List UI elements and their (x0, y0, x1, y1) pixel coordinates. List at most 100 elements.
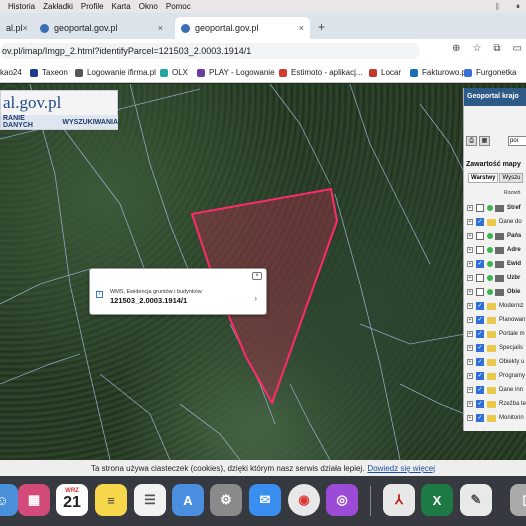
expand-icon[interactable]: + (467, 345, 473, 351)
script-editor-icon[interactable]: ✎ (460, 484, 492, 516)
menu-zakladki[interactable]: Zakładki (43, 2, 73, 11)
nav-dane[interactable]: RANIE DANYCH (3, 115, 54, 129)
chevron-right-icon[interactable]: › (254, 294, 257, 303)
site-logo[interactable]: al.gov.pl (3, 93, 61, 113)
layer-row[interactable]: + ✓ Dane inn (467, 384, 523, 396)
install-icon[interactable]: ⊕ (452, 43, 460, 54)
layer-checkbox[interactable]: ✓ (476, 414, 484, 422)
layer-row[interactable]: + Obie (467, 286, 520, 298)
acrobat-icon[interactable]: ⅄ (383, 484, 415, 516)
cookie-more-link[interactable]: Dowiedz się więcej (367, 464, 435, 473)
expand-icon[interactable]: + (467, 359, 473, 365)
menu-pomoc[interactable]: Pomoc (166, 2, 191, 11)
expand-icon[interactable]: + (467, 387, 473, 393)
layer-row[interactable]: + ✓ Planowan (467, 314, 525, 326)
expand-icon[interactable]: + (467, 303, 473, 309)
pause-icon[interactable]: ⏸ (516, 2, 520, 12)
print-icon[interactable]: ⎙ (466, 136, 477, 146)
bookmark-star-icon[interactable]: ☆ (472, 43, 481, 54)
url-field[interactable]: ov.pl/imap/Imgp_2.html?identifyParcel=12… (0, 43, 420, 59)
bookmark-9[interactable]: Furgonetka (464, 68, 516, 77)
reminders-icon[interactable]: ☰ (134, 484, 166, 516)
sidebar-icon[interactable]: ▭ (513, 43, 522, 54)
layer-checkbox[interactable] (476, 274, 484, 282)
popup-parcel-id[interactable]: 121503_2.0003.1914/1 (110, 296, 187, 305)
layer-row[interactable]: + ✓ Specjalis (467, 342, 523, 354)
layer-checkbox[interactable]: ✓ (476, 400, 484, 408)
layer-row[interactable]: + ✓ Dane do (467, 216, 522, 228)
layer-checkbox[interactable] (476, 204, 484, 212)
bluetooth-icon[interactable]: ᛒ (495, 2, 500, 11)
layer-row[interactable]: + Stref (467, 202, 521, 214)
expand-icon[interactable]: + (467, 373, 473, 379)
expand-all-link[interactable]: Rozwiń (504, 190, 520, 196)
bookmark-7[interactable]: Locar (369, 68, 401, 77)
layer-checkbox[interactable]: ✓ (476, 330, 484, 338)
layer-checkbox[interactable] (476, 288, 484, 296)
bookmark-6[interactable]: Estimoto - aplikacj... (279, 68, 363, 77)
layer-row[interactable]: + Pańs (467, 230, 521, 242)
layer-checkbox[interactable]: ✓ (476, 386, 484, 394)
expand-icon[interactable]: + (467, 401, 473, 407)
extensions-icon[interactable]: ⧉ (493, 43, 500, 54)
system-settings-icon[interactable]: ⚙ (210, 484, 242, 516)
layer-row[interactable]: + ✓ Ewid (467, 258, 521, 270)
finder-icon[interactable]: ☺ (0, 484, 18, 516)
menu-profile[interactable]: Profile (81, 2, 104, 11)
tab-warstwy[interactable]: Warstwy (468, 173, 499, 183)
tab-3-active[interactable]: geoportal.gov.pl × (175, 17, 310, 39)
bookmark-3[interactable]: Logowanie ifirma.pl (75, 68, 156, 77)
layer-checkbox[interactable]: ✓ (476, 218, 484, 226)
excel-icon[interactable]: X (421, 484, 453, 516)
layer-checkbox[interactable]: ✓ (476, 372, 484, 380)
layer-checkbox[interactable] (476, 232, 484, 240)
close-icon[interactable]: × (299, 23, 304, 33)
bookmark-5[interactable]: PLAY - Logowanie (197, 68, 275, 77)
expand-icon[interactable]: + (467, 331, 473, 337)
expand-icon[interactable]: + (467, 289, 473, 295)
close-icon[interactable]: × (23, 23, 28, 33)
nav-wyszukiwania[interactable]: WYSZUKIWANIA (62, 119, 118, 126)
bookmark-8[interactable]: Fakturowo.pl (410, 68, 468, 77)
trash-icon[interactable]: ▯ (510, 484, 526, 516)
bookmark-1[interactable]: kao24 (0, 68, 22, 77)
bookmark-4[interactable]: OLX (160, 68, 188, 77)
expand-icon[interactable]: + (467, 205, 473, 211)
popup-close-icon[interactable]: × (252, 272, 262, 280)
expand-icon[interactable]: + (467, 261, 473, 267)
tab-1[interactable]: al.pl × (0, 17, 30, 39)
podcasts-icon[interactable]: ◎ (326, 484, 358, 516)
layer-checkbox[interactable]: ✓ (476, 358, 484, 366)
layer-row[interactable]: + Uzbr (467, 272, 520, 284)
layer-row[interactable]: + ✓ Portale m (467, 328, 525, 340)
menu-historia[interactable]: Historia (8, 2, 35, 11)
expand-icon[interactable]: + (467, 275, 473, 281)
layer-checkbox[interactable]: ✓ (476, 302, 484, 310)
expand-icon[interactable]: + (467, 415, 473, 421)
bookmark-2[interactable]: Taxeon (30, 68, 68, 77)
tab-2[interactable]: geoportal.gov.pl × (34, 17, 169, 39)
layer-row[interactable]: + Adre (467, 244, 521, 256)
expand-icon[interactable]: + (467, 317, 473, 323)
layer-checkbox[interactable]: ✓ (476, 260, 484, 268)
table-icon[interactable]: ▦ (479, 136, 490, 146)
expand-icon[interactable]: + (467, 219, 473, 225)
chrome-icon[interactable]: ◉ (288, 484, 320, 516)
panel-search-input[interactable]: poi (508, 136, 526, 146)
layer-checkbox[interactable]: ✓ (476, 344, 484, 352)
menu-okno[interactable]: Okno (139, 2, 158, 11)
menu-karta[interactable]: Karta (112, 2, 131, 11)
launchpad-icon[interactable]: ▦ (18, 484, 50, 516)
app-store-icon[interactable]: A (172, 484, 204, 516)
expand-icon[interactable]: + (467, 247, 473, 253)
layer-row[interactable]: + ✓ Programy (467, 370, 525, 382)
layer-checkbox[interactable]: ✓ (476, 316, 484, 324)
layer-row[interactable]: + ✓ Obiekty u (467, 356, 524, 368)
layer-checkbox[interactable] (476, 246, 484, 254)
tab-wyszukiwanie[interactable]: Wyszu (499, 173, 524, 183)
calendar-icon[interactable]: WRZ 21 (56, 484, 88, 516)
layer-row[interactable]: + ✓ Rzeźba te (467, 398, 526, 410)
layer-row[interactable]: + ✓ Moderniz (467, 300, 524, 312)
close-icon[interactable]: × (158, 23, 163, 33)
new-tab-icon[interactable]: + (318, 20, 325, 34)
